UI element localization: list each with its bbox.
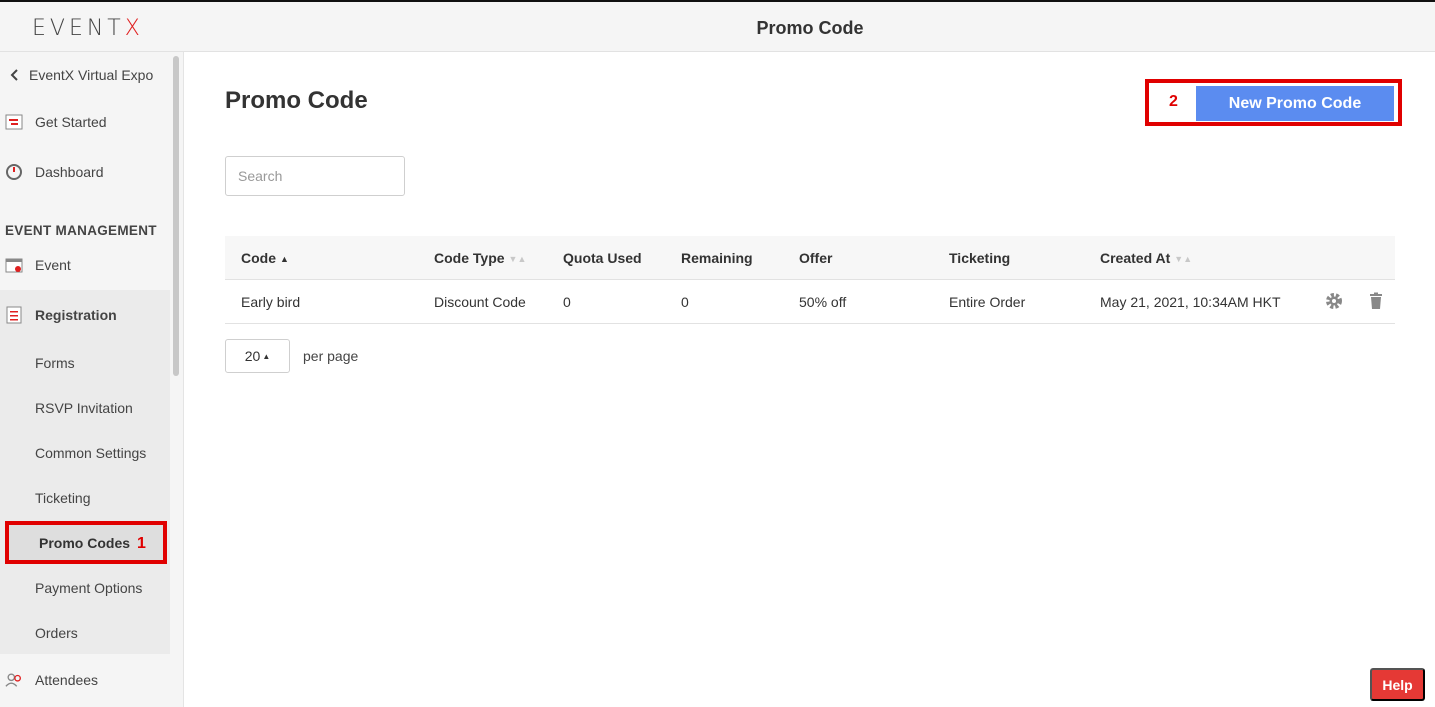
column-header-ticketing: Ticketing (949, 250, 1011, 266)
sidebar-item-label: Event (35, 257, 71, 273)
cell-code: Early bird (241, 294, 301, 310)
column-label: Code Type (434, 250, 505, 266)
sidebar-item-promo-codes[interactable]: Promo Codes 1 (5, 521, 167, 564)
cell-created-at: May 21, 2021, 10:34AM HKT (1100, 294, 1281, 310)
new-promo-code-highlight: 2 New Promo Code (1145, 79, 1402, 126)
header-title: Promo Code (756, 18, 864, 38)
cell-ticketing: Entire Order (949, 294, 1026, 310)
sidebar-item-forms[interactable]: Forms (35, 355, 75, 371)
sidebar-item-label: Dashboard (35, 164, 104, 180)
column-header-code-type[interactable]: Code Type ▼▲ (434, 250, 526, 266)
sidebar-item-label: Attendees (35, 672, 99, 688)
sidebar-scrollbar[interactable] (173, 56, 179, 376)
sidebar-item-registration[interactable]: Registration (0, 306, 170, 324)
cell-code-type: Discount Code (434, 294, 526, 310)
column-label: Code (241, 250, 276, 266)
sidebar-item-payment-options[interactable]: Payment Options (35, 580, 142, 596)
sidebar-item-ticketing[interactable]: Ticketing (35, 490, 91, 506)
sort-asc-icon: ▲ (280, 254, 289, 265)
sort-icon: ▼▲ (508, 254, 527, 265)
users-icon (5, 671, 23, 689)
column-label: Created At (1100, 250, 1171, 266)
sidebar-item-orders[interactable]: Orders (35, 625, 78, 641)
new-promo-code-button[interactable]: New Promo Code (1196, 86, 1394, 121)
sidebar-item-event[interactable]: Event (0, 256, 170, 274)
table-row[interactable]: Early bird Discount Code 0 0 50% off Ent… (225, 280, 1395, 324)
page-size-value: 20 (244, 348, 261, 364)
sidebar-item-common-settings[interactable]: Common Settings (35, 445, 146, 461)
sidebar-item-label: Get Started (35, 114, 107, 130)
flag-icon (5, 113, 23, 131)
sort-icon: ▼▲ (1174, 254, 1193, 265)
gear-icon[interactable] (1325, 292, 1343, 310)
trash-icon[interactable] (1368, 292, 1386, 310)
caret-up-icon: ▲ (262, 351, 271, 361)
table-header: Code ▲ Code Type ▼▲ Quota Used Remaining O… (225, 236, 1395, 280)
sidebar-item-label: Registration (35, 307, 117, 323)
page-size-select[interactable]: 20 ▲ (225, 339, 290, 373)
column-header-quota-used: Quota Used (563, 250, 642, 266)
form-icon (5, 306, 23, 324)
cell-remaining: 0 (681, 294, 689, 310)
gauge-icon (5, 163, 23, 181)
chevron-left-icon (5, 66, 23, 84)
column-header-offer: Offer (799, 250, 833, 266)
registration-group (0, 290, 170, 654)
search-input[interactable] (225, 156, 405, 196)
back-link[interactable]: EventX Virtual Expo (0, 66, 170, 84)
sidebar-item-attendees[interactable]: Attendees (0, 671, 170, 689)
top-bar: EVENTX Promo Code (0, 0, 1435, 52)
cell-quota-used: 0 (563, 294, 571, 310)
section-heading: EVENT MANAGEMENT (5, 223, 157, 238)
column-header-remaining: Remaining (681, 250, 753, 266)
column-header-created-at[interactable]: Created At ▼▲ (1100, 250, 1192, 266)
sidebar-item-get-started[interactable]: Get Started (0, 113, 170, 131)
cell-offer: 50% off (799, 294, 847, 310)
sidebar: EventX Virtual Expo Get Started Dashboar… (0, 52, 184, 707)
sidebar-item-label: Promo Codes (39, 535, 131, 551)
help-button[interactable]: Help (1370, 668, 1425, 701)
annotation-1: 1 (137, 535, 146, 552)
back-link-label: EventX Virtual Expo (29, 67, 154, 83)
sidebar-item-rsvp-invitation[interactable]: RSVP Invitation (35, 400, 133, 416)
per-page-label: per page (303, 348, 359, 364)
column-header-code[interactable]: Code ▲ (241, 250, 289, 266)
promo-code-table: Code ▲ Code Type ▼▲ Quota Used Remaining O… (225, 236, 1395, 324)
annotation-2: 2 (1169, 93, 1178, 110)
calendar-icon (5, 256, 23, 274)
page-title: Promo Code (225, 87, 368, 114)
sidebar-item-dashboard[interactable]: Dashboard (0, 163, 170, 181)
